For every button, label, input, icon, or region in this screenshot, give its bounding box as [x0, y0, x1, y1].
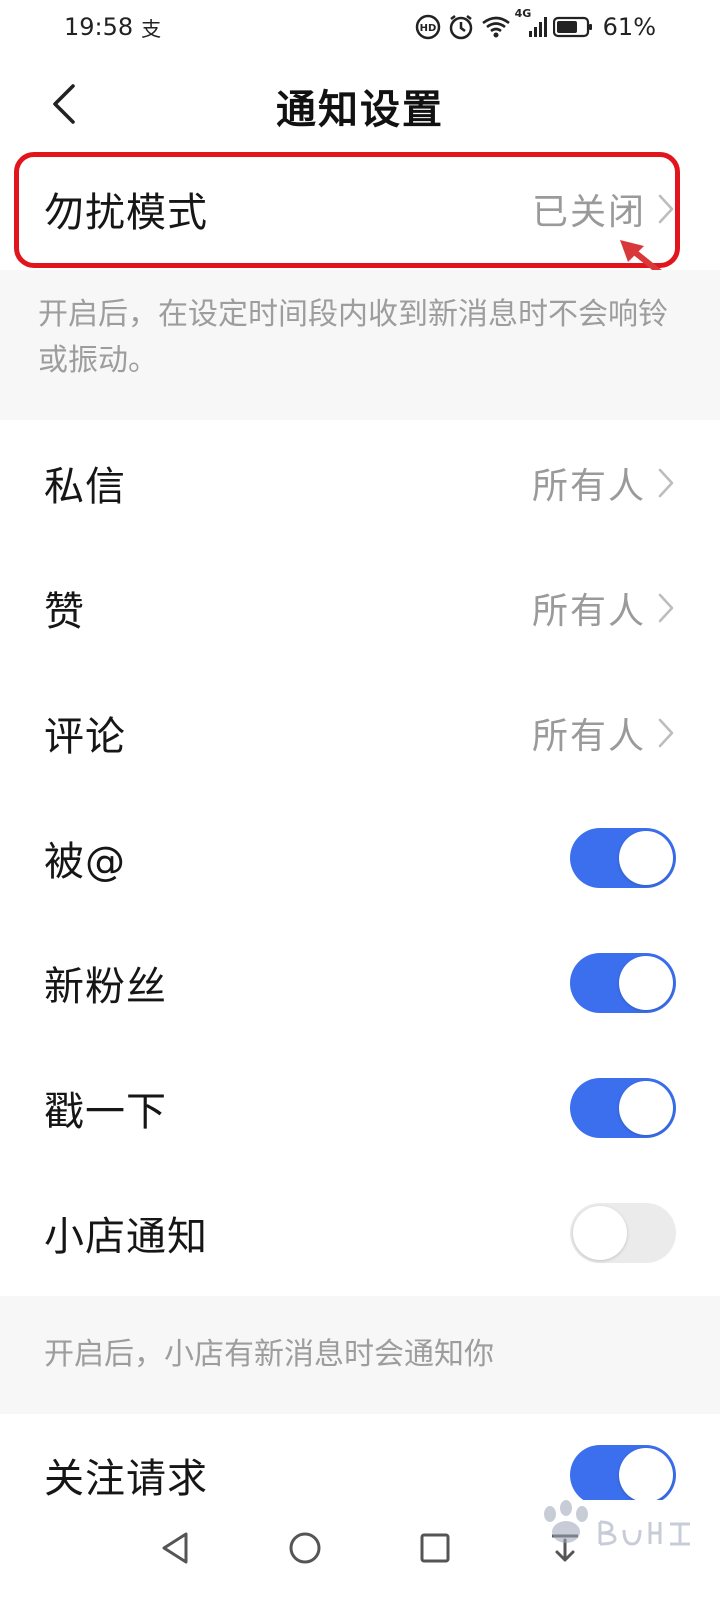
home-circle-icon [287, 1530, 323, 1570]
status-time: 19:58 [64, 13, 134, 41]
chevron-right-icon [656, 716, 676, 750]
status-bar: 19:58 支 HD 4G 61% [0, 0, 720, 54]
status-left: 19:58 支 [64, 13, 161, 42]
nav-recents-button[interactable] [405, 1520, 465, 1580]
private-message-label: 私信 [44, 464, 126, 510]
cellular-signal-icon: 4G [515, 7, 547, 39]
comments-row[interactable]: 评论 所有人 [0, 670, 720, 796]
recents-square-icon [418, 1531, 452, 1569]
battery-icon [552, 16, 593, 38]
notification-settings-screen: 19:58 支 HD 4G 61% 通知设置 勿扰模式 已关闭 开启后，在设定时… [0, 0, 720, 1600]
mentions-row: 被@ [0, 795, 720, 921]
shop-notification-description: 开启后，小店有新消息时会通知你 [44, 1337, 494, 1372]
poke-label: 戳一下 [44, 1089, 167, 1135]
mentions-toggle[interactable] [570, 828, 676, 888]
shop-notification-right [570, 1203, 676, 1263]
comments-label: 评论 [44, 714, 126, 760]
likes-right: 所有人 [532, 582, 676, 634]
battery-percentage: 61% [602, 13, 656, 41]
shop-description-section: 开启后，小店有新消息时会通知你 [0, 1296, 720, 1414]
poke-row: 戳一下 [0, 1045, 720, 1171]
nav-extra-button[interactable] [535, 1520, 595, 1580]
dnd-row[interactable]: 勿扰模式 已关闭 [0, 148, 720, 270]
chevron-right-icon [656, 192, 676, 226]
chevron-right-icon [656, 466, 676, 500]
chevron-right-icon [656, 591, 676, 625]
new-followers-row: 新粉丝 [0, 920, 720, 1046]
dnd-description: 开启后，在设定时间段内收到新消息时不会响铃或振动。 [38, 297, 668, 378]
new-followers-label: 新粉丝 [44, 964, 167, 1010]
comments-right: 所有人 [532, 707, 676, 759]
svg-text:HD: HD [419, 23, 436, 34]
dnd-description-section: 开启后，在设定时间段内收到新消息时不会响铃或振动。 [0, 270, 720, 420]
dnd-value: 已关闭 [531, 192, 646, 233]
follow-request-toggle[interactable] [570, 1445, 676, 1505]
mentions-right [570, 828, 676, 888]
shop-notification-row: 小店通知 [0, 1170, 720, 1296]
likes-row[interactable]: 赞 所有人 [0, 545, 720, 671]
page-title: 通知设置 [276, 86, 444, 133]
poke-toggle[interactable] [570, 1078, 676, 1138]
likes-value: 所有人 [531, 591, 646, 632]
alipay-indicator: 支 [141, 16, 162, 41]
download-icon [548, 1530, 582, 1570]
private-message-right: 所有人 [532, 457, 676, 509]
nav-home-button[interactable] [275, 1520, 335, 1580]
dnd-label: 勿扰模式 [44, 190, 208, 236]
toggle-knob [619, 956, 673, 1010]
chevron-left-icon [49, 82, 79, 130]
back-button[interactable] [38, 78, 90, 134]
toggle-knob [619, 1448, 673, 1502]
private-message-row[interactable]: 私信 所有人 [0, 420, 720, 546]
likes-label: 赞 [44, 589, 85, 635]
comments-value: 所有人 [531, 716, 646, 757]
private-message-value: 所有人 [531, 466, 646, 507]
hd-call-icon: HD [415, 14, 441, 40]
header: 通知设置 [0, 60, 720, 152]
shop-notification-toggle[interactable] [570, 1203, 676, 1263]
alarm-icon [447, 13, 475, 41]
status-right: HD 4G 61% [415, 7, 656, 41]
network-type-label: 4G [514, 7, 532, 20]
toggle-knob [619, 1081, 673, 1135]
nav-back-button[interactable] [145, 1520, 205, 1580]
follow-request-right [570, 1445, 676, 1505]
toggle-knob [573, 1206, 627, 1260]
follow-request-label: 关注请求 [44, 1456, 208, 1502]
shop-notification-label: 小店通知 [44, 1214, 208, 1260]
dnd-right: 已关闭 [532, 183, 676, 235]
new-followers-toggle[interactable] [570, 953, 676, 1013]
wifi-icon [481, 15, 511, 39]
navigation-bar [0, 1500, 720, 1600]
back-triangle-icon [158, 1530, 192, 1570]
poke-right [570, 1078, 676, 1138]
new-followers-right [570, 953, 676, 1013]
toggle-knob [619, 831, 673, 885]
mentions-label: 被@ [44, 839, 126, 885]
